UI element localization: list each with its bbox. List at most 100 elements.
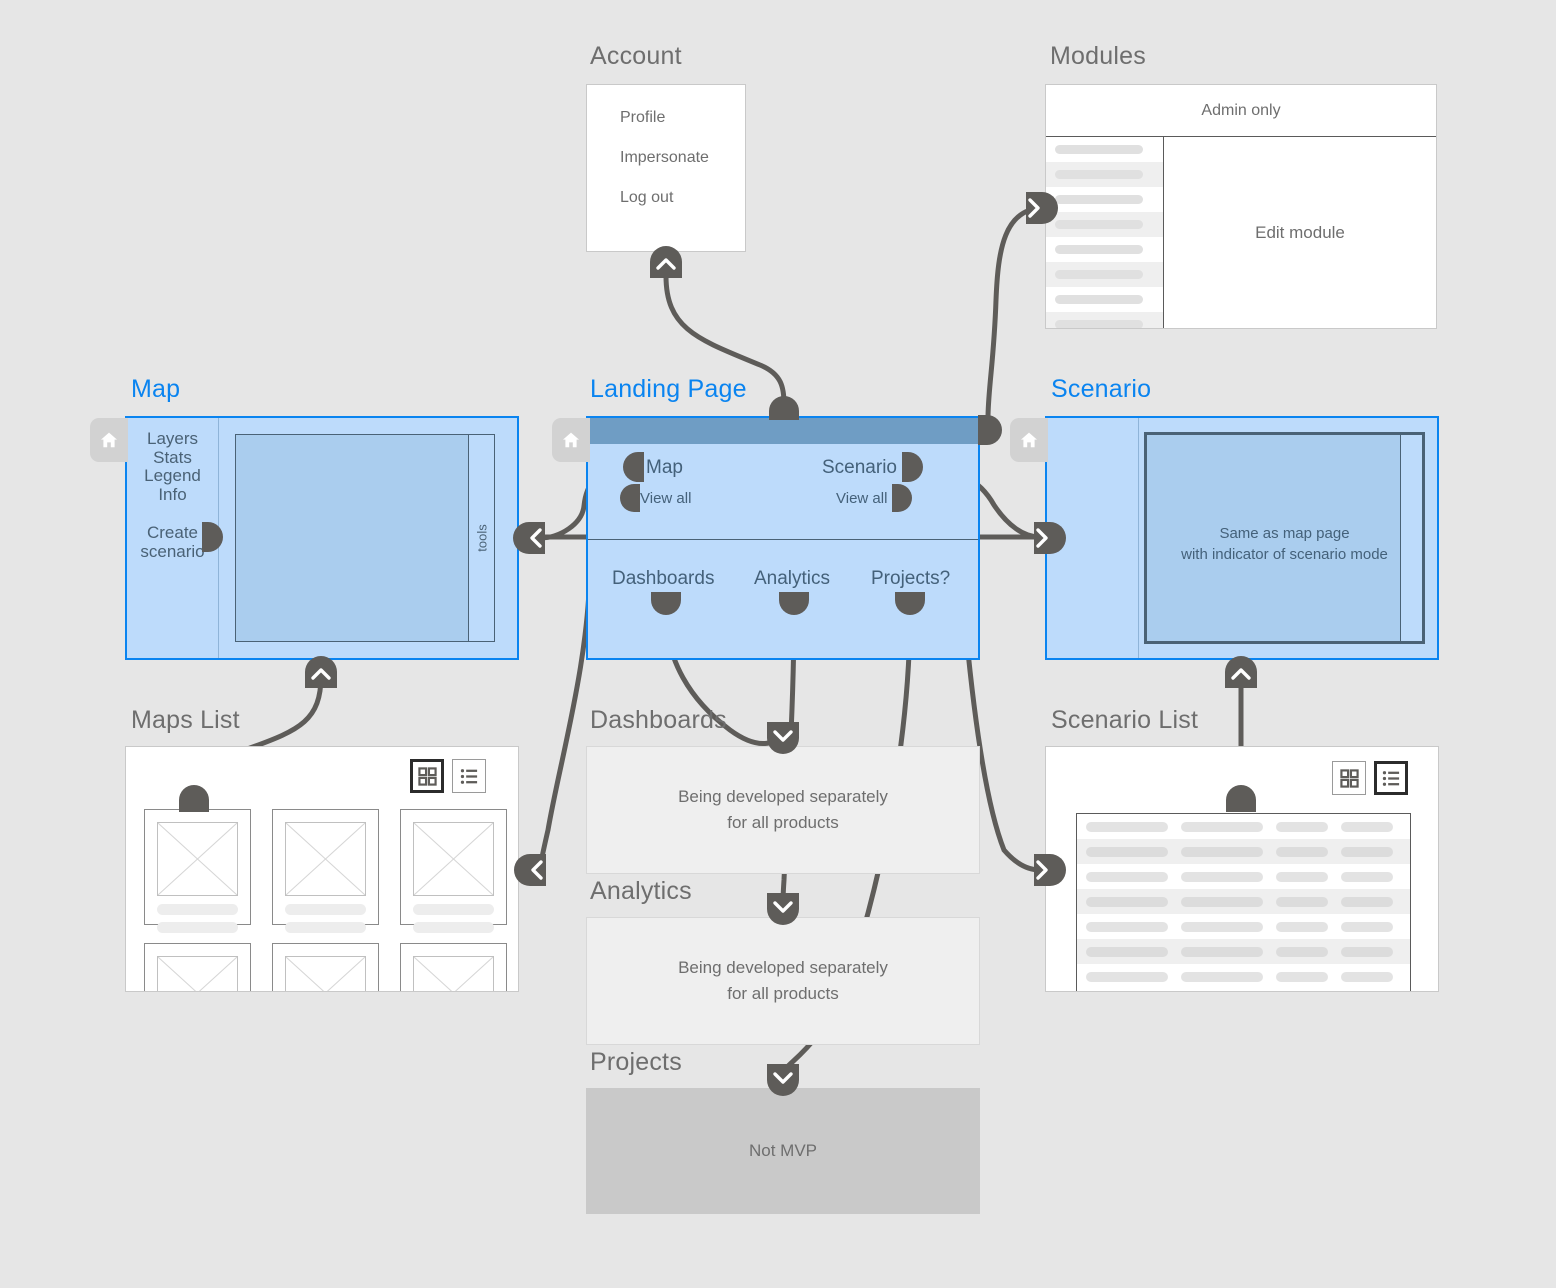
- placeholder-bar: [285, 922, 366, 933]
- image-cross-icon: [414, 823, 493, 895]
- cell-placeholder: [1181, 921, 1263, 932]
- cell-placeholder: [1086, 846, 1168, 857]
- scenario-list-title: Scenario List: [1051, 706, 1199, 734]
- cell-placeholder: [1086, 821, 1168, 832]
- projects-body-line1: Not MVP: [748, 1141, 818, 1160]
- cell-placeholder: [1276, 896, 1328, 907]
- menu-item-logout[interactable]: Log out: [620, 189, 673, 207]
- cell-placeholder: [1341, 846, 1393, 857]
- account-menu[interactable]: Profile Impersonate Log out: [586, 84, 746, 252]
- modules-panel: Admin only Edit module: [1045, 84, 1437, 329]
- dashboards-placeholder: Being developed separately for all produ…: [586, 746, 980, 874]
- modules-title: Modules: [1050, 42, 1146, 70]
- module-list-row[interactable]: [1046, 237, 1163, 262]
- image-cross-icon: [158, 957, 237, 991]
- landing-scenario-view-all[interactable]: View all: [836, 490, 887, 507]
- module-list-row[interactable]: [1046, 262, 1163, 287]
- landing-link-projects[interactable]: Projects?: [871, 568, 950, 590]
- menu-item-profile[interactable]: Profile: [620, 109, 665, 127]
- cell-placeholder: [1181, 846, 1263, 857]
- dashboards-title: Dashboards: [590, 706, 727, 734]
- map-sidebar-item-legend[interactable]: Legend: [127, 466, 218, 486]
- map-card[interactable]: [144, 809, 251, 933]
- table-row[interactable]: [1077, 964, 1410, 989]
- map-viewport[interactable]: tools: [235, 434, 495, 642]
- cell-placeholder: [1341, 896, 1393, 907]
- scenario-table[interactable]: [1076, 813, 1411, 991]
- thumbnail-placeholder: [285, 822, 366, 896]
- map-sidebar-item-layers[interactable]: Layers: [127, 429, 218, 449]
- maps-list-view-button[interactable]: [452, 759, 486, 793]
- scenario-title: Scenario: [1051, 375, 1152, 403]
- scenario-home-tab[interactable]: [1010, 418, 1048, 462]
- map-card[interactable]: [400, 943, 507, 991]
- module-list-row[interactable]: [1046, 212, 1163, 237]
- home-icon: [563, 432, 579, 448]
- dashboards-body-line1: Being developed separately: [678, 787, 888, 806]
- cell-placeholder: [1276, 921, 1328, 932]
- table-row[interactable]: [1077, 839, 1410, 864]
- modules-header-label: Admin only: [1046, 85, 1436, 137]
- create-scenario-button-line1[interactable]: Create: [127, 523, 218, 543]
- landing-link-map[interactable]: Map: [646, 457, 683, 479]
- create-scenario-button-line2[interactable]: scenario: [127, 542, 218, 562]
- table-row[interactable]: [1077, 864, 1410, 889]
- scenario-list-view-button[interactable]: [1374, 761, 1408, 795]
- scenario-viewport[interactable]: Same as map page with indicator of scena…: [1144, 432, 1425, 644]
- map-card[interactable]: [272, 943, 379, 991]
- cell-placeholder: [1086, 896, 1168, 907]
- landing-link-scenario[interactable]: Scenario: [822, 457, 897, 479]
- landing-link-analytics[interactable]: Analytics: [754, 568, 830, 590]
- placeholder-bar: [1055, 195, 1143, 204]
- module-list-row[interactable]: [1046, 312, 1163, 328]
- modules-list[interactable]: [1046, 137, 1164, 328]
- placeholder-bar: [1055, 145, 1143, 154]
- scenario-grid-view-button[interactable]: [1332, 761, 1366, 795]
- projects-placeholder: Not MVP: [586, 1088, 980, 1214]
- maps-grid-view-button[interactable]: [410, 759, 444, 793]
- map-home-tab[interactable]: [90, 418, 128, 462]
- map-tools-strip[interactable]: tools: [468, 435, 494, 641]
- grid-icon: [417, 766, 437, 786]
- cell-placeholder: [1181, 821, 1263, 832]
- map-title: Map: [131, 375, 181, 403]
- image-cross-icon: [158, 823, 237, 895]
- map-card[interactable]: [144, 943, 251, 991]
- map-panel: Layers Stats Legend Info Create scenario…: [125, 416, 519, 660]
- placeholder-bar: [413, 904, 494, 915]
- cell-placeholder: [1276, 846, 1328, 857]
- table-row[interactable]: [1077, 814, 1410, 839]
- module-list-row[interactable]: [1046, 187, 1163, 212]
- table-row[interactable]: [1077, 914, 1410, 939]
- flow-diagram-canvas: Account Profile Impersonate Log out Modu…: [0, 0, 1556, 1288]
- module-list-row[interactable]: [1046, 162, 1163, 187]
- map-sidebar-item-stats[interactable]: Stats: [127, 448, 218, 468]
- placeholder-bar: [157, 922, 238, 933]
- list-icon: [1382, 770, 1399, 786]
- analytics-body: Being developed separately for all produ…: [678, 955, 888, 1007]
- placeholder-bar: [1055, 220, 1143, 229]
- module-list-row[interactable]: [1046, 137, 1163, 162]
- landing-map-view-all[interactable]: View all: [640, 490, 691, 507]
- landing-home-tab[interactable]: [552, 418, 590, 462]
- map-card[interactable]: [400, 809, 507, 933]
- scenario-sidebar[interactable]: [1047, 418, 1139, 658]
- cell-placeholder: [1341, 971, 1393, 982]
- scenario-list-view-toggle[interactable]: [1332, 761, 1408, 795]
- landing-link-dashboards[interactable]: Dashboards: [612, 568, 714, 590]
- map-card[interactable]: [272, 809, 379, 933]
- module-list-row[interactable]: [1046, 287, 1163, 312]
- cell-placeholder: [1276, 871, 1328, 882]
- table-row[interactable]: [1077, 889, 1410, 914]
- cell-placeholder: [1341, 821, 1393, 832]
- cell-placeholder: [1181, 896, 1263, 907]
- menu-item-impersonate[interactable]: Impersonate: [620, 149, 709, 167]
- placeholder-bar: [413, 922, 494, 933]
- image-cross-icon: [414, 957, 493, 991]
- table-row[interactable]: [1077, 939, 1410, 964]
- cell-placeholder: [1086, 871, 1168, 882]
- cell-placeholder: [1341, 921, 1393, 932]
- maps-list-view-toggle[interactable]: [410, 759, 486, 793]
- map-sidebar-item-info[interactable]: Info: [127, 485, 218, 505]
- image-cross-icon: [286, 957, 365, 991]
